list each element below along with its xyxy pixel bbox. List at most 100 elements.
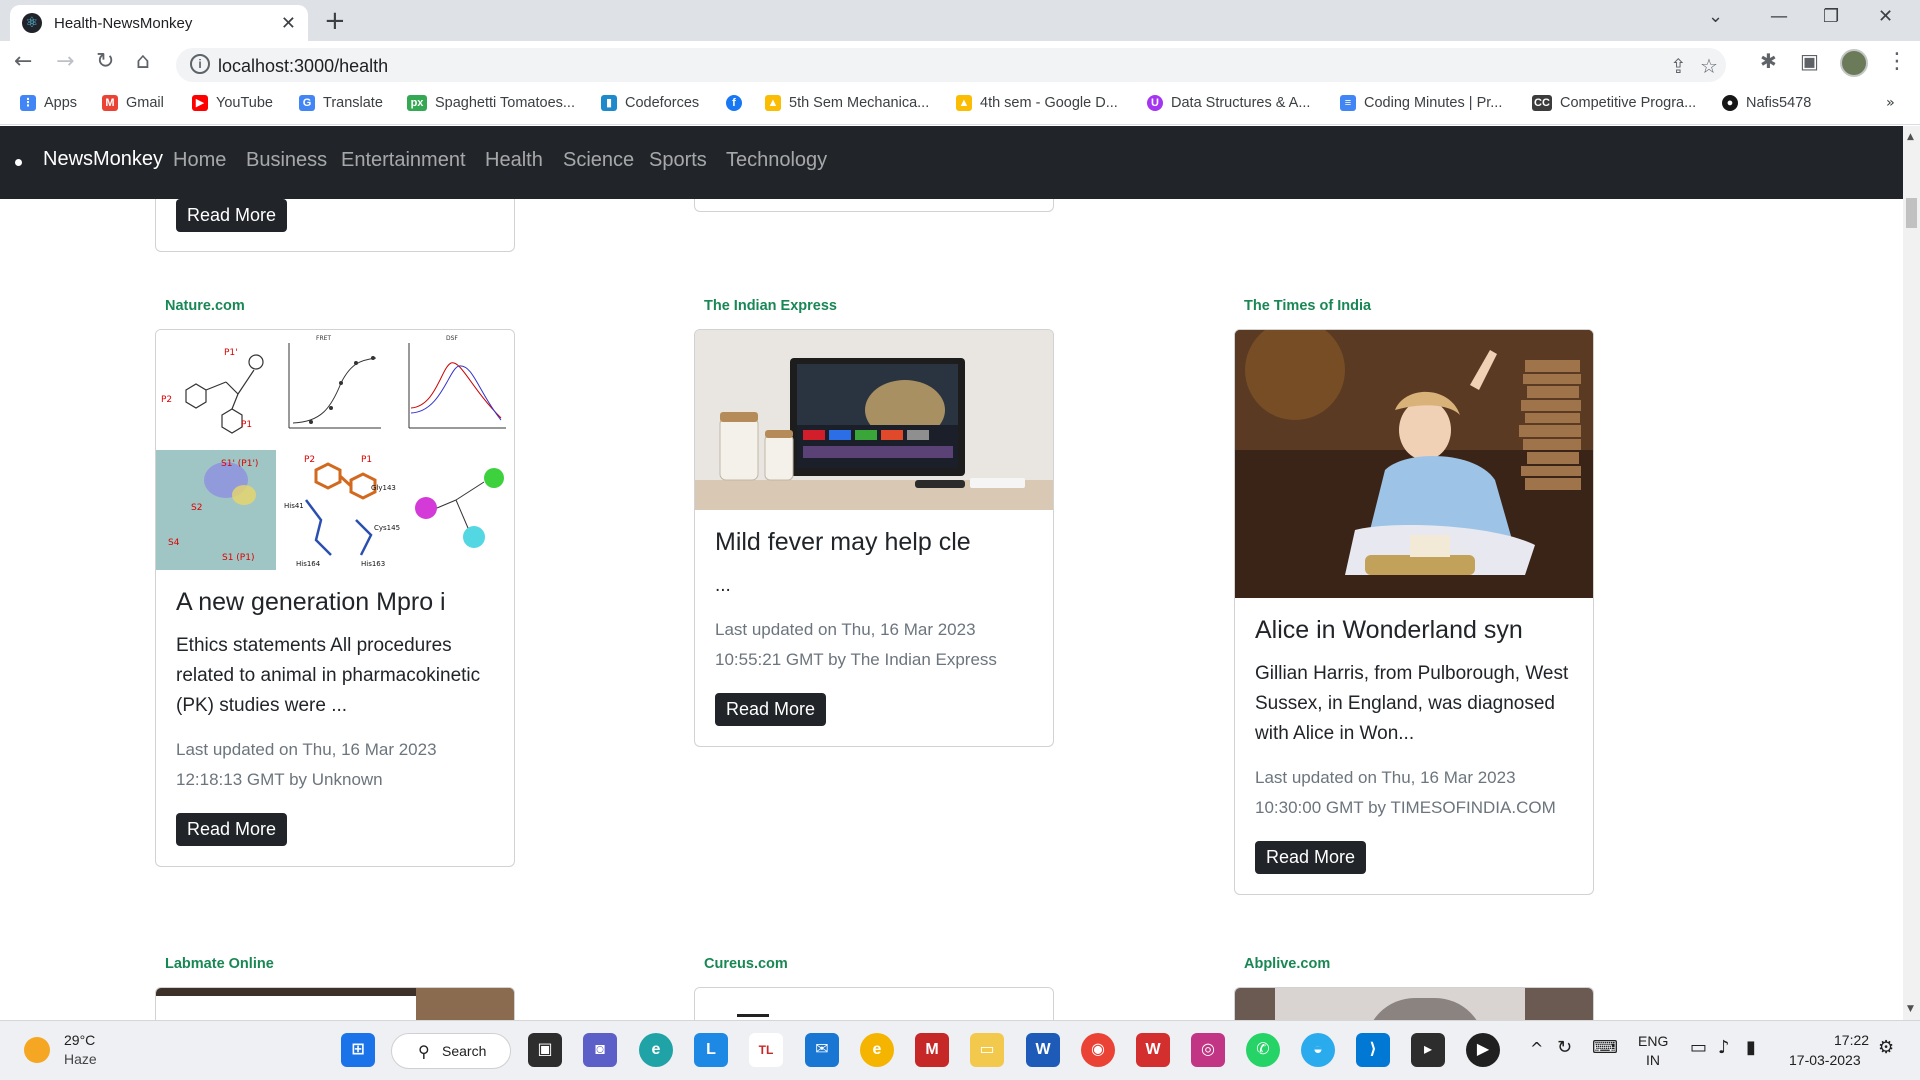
bookmark-translate[interactable]: G Translate bbox=[299, 95, 383, 111]
read-more-button[interactable]: Read More bbox=[1255, 841, 1367, 874]
side-panel-icon[interactable]: ▣ bbox=[1800, 49, 1819, 73]
svg-text:S1' (P1'): S1' (P1') bbox=[221, 459, 258, 469]
bookmark-github[interactable]: ● Nafis5478 bbox=[1722, 95, 1811, 111]
share-icon[interactable]: ⇪ bbox=[1670, 54, 1687, 78]
new-tab-icon[interactable]: + bbox=[324, 6, 346, 36]
svg-text:S1 (P1): S1 (P1) bbox=[222, 553, 254, 563]
card-updated-date: Last updated on Thu, 16 Mar 2023 bbox=[1255, 768, 1516, 787]
mcafee-icon[interactable]: M bbox=[915, 1033, 949, 1067]
molecule-figure-image: P2 P1' P1 FRET DSF S1' (P1') S2 S4 S1 (P… bbox=[156, 330, 506, 570]
read-more-button[interactable]: Read More bbox=[176, 199, 288, 232]
language-line1[interactable]: ENG bbox=[1638, 1033, 1668, 1049]
svg-text:P1': P1' bbox=[224, 348, 238, 358]
mail-icon[interactable]: ✉ bbox=[805, 1033, 839, 1067]
bookmark-star-icon[interactable]: ☆ bbox=[1700, 54, 1718, 78]
bookmark-label: Nafis5478 bbox=[1746, 95, 1812, 111]
extensions-puzzle-icon[interactable]: ✱ bbox=[1760, 49, 1777, 73]
bookmark-data-structures[interactable]: U Data Structures & A... bbox=[1147, 95, 1310, 111]
bookmark-apps[interactable]: ⋮ Apps bbox=[20, 95, 77, 111]
window-close-icon[interactable]: ✕ bbox=[1878, 6, 1893, 27]
nav-home[interactable]: Home bbox=[173, 149, 226, 172]
minimize-icon[interactable]: — bbox=[1770, 6, 1788, 27]
bookmark-5th-sem[interactable]: ▲ 5th Sem Mechanica... bbox=[765, 95, 929, 111]
bookmark-codeforces[interactable]: ▮ Codeforces bbox=[601, 95, 699, 111]
task-view-icon[interactable]: ▣ bbox=[528, 1033, 562, 1067]
sync-icon[interactable]: ↻ bbox=[1557, 1037, 1572, 1058]
media-player-icon[interactable]: ▶ bbox=[1466, 1033, 1500, 1067]
teams-chat-icon[interactable]: ◙ bbox=[583, 1033, 617, 1067]
vscode-icon[interactable]: ⟩ bbox=[1356, 1033, 1390, 1067]
translate-icon: G bbox=[299, 95, 315, 111]
reload-icon[interactable]: ↻ bbox=[96, 49, 114, 74]
language-line2[interactable]: IN bbox=[1646, 1052, 1660, 1068]
docker-icon[interactable]: ◒ bbox=[1301, 1033, 1335, 1067]
wps-office-icon[interactable]: W bbox=[1136, 1033, 1170, 1067]
page-scrollbar[interactable]: ▲ ▼ bbox=[1903, 126, 1920, 1020]
chrome-icon[interactable]: ◉ bbox=[1081, 1033, 1115, 1067]
address-bar[interactable]: i localhost:3000/health ⇪ ☆ bbox=[176, 48, 1726, 82]
brand-link[interactable]: NewsMonkey bbox=[43, 148, 163, 171]
edge-icon[interactable]: e bbox=[639, 1033, 673, 1067]
card-description: Gillian Harris, from Pulborough, West Su… bbox=[1255, 663, 1569, 744]
back-arrow-icon[interactable]: ← bbox=[14, 49, 32, 74]
nav-science[interactable]: Science bbox=[563, 149, 634, 172]
network-icon[interactable]: ▭ bbox=[1690, 1037, 1707, 1058]
card-image[interactable] bbox=[1235, 330, 1593, 598]
word-icon[interactable]: W bbox=[1026, 1033, 1060, 1067]
scroll-down-icon[interactable]: ▼ bbox=[1907, 1004, 1914, 1014]
forward-arrow-icon[interactable]: → bbox=[56, 49, 74, 74]
profile-avatar[interactable] bbox=[1840, 49, 1868, 77]
nav-technology[interactable]: Technology bbox=[726, 149, 827, 172]
tl-hf-app-icon[interactable]: TL bbox=[749, 1033, 783, 1067]
volume-icon[interactable]: ♪ bbox=[1718, 1037, 1730, 1058]
restore-icon[interactable]: ❐ bbox=[1823, 6, 1839, 27]
more-bookmarks-icon[interactable]: » bbox=[1886, 95, 1895, 111]
scroll-thumb[interactable] bbox=[1906, 198, 1917, 228]
card-updated-author: 12:18:13 GMT by Unknown bbox=[176, 770, 383, 789]
notification-bell-icon[interactable]: ⚙ bbox=[1878, 1037, 1894, 1058]
browser-tab[interactable]: ⚛ Health-NewsMonkey ✕ bbox=[10, 5, 308, 41]
bookmark-gmail[interactable]: M Gmail bbox=[102, 95, 164, 111]
read-more-button[interactable]: Read More bbox=[176, 813, 288, 846]
bookmark-coding-minutes[interactable]: ≡ Coding Minutes | Pr... bbox=[1340, 95, 1502, 111]
bookmark-facebook[interactable]: f bbox=[726, 95, 750, 111]
instagram-icon[interactable]: ◎ bbox=[1191, 1033, 1225, 1067]
edge-canary-icon[interactable]: e bbox=[860, 1033, 894, 1067]
card-image[interactable] bbox=[1235, 988, 1593, 1020]
file-explorer-icon[interactable]: ▭ bbox=[970, 1033, 1004, 1067]
site-info-icon[interactable]: i bbox=[190, 54, 210, 74]
card-image[interactable] bbox=[695, 330, 1053, 510]
url-text[interactable]: localhost:3000/health bbox=[218, 56, 388, 77]
read-more-button[interactable]: Read More bbox=[715, 693, 827, 726]
bookmark-4th-sem[interactable]: ▲ 4th sem - Google D... bbox=[956, 95, 1118, 111]
nav-health[interactable]: Health bbox=[485, 149, 543, 172]
nav-sports[interactable]: Sports bbox=[649, 149, 707, 172]
card-image[interactable]: P2 P1' P1 FRET DSF S1' (P1') S2 S4 S1 (P… bbox=[156, 330, 514, 570]
card-image[interactable] bbox=[156, 988, 514, 1020]
clock-date[interactable]: 17-03-2023 bbox=[1789, 1052, 1861, 1068]
weather-widget[interactable]: 29°C Haze bbox=[24, 1031, 134, 1071]
show-hidden-icons-chevron[interactable]: ^ bbox=[1530, 1039, 1543, 1058]
keyboard-icon[interactable]: ⌨ bbox=[1592, 1037, 1618, 1058]
battery-icon[interactable]: ▮ bbox=[1746, 1037, 1756, 1058]
whatsapp-icon[interactable]: ✆ bbox=[1246, 1033, 1280, 1067]
terminal-icon[interactable]: ▸ bbox=[1411, 1033, 1445, 1067]
bookmark-competitive[interactable]: CC Competitive Progra... bbox=[1532, 95, 1696, 111]
card-image[interactable] bbox=[695, 988, 1053, 1020]
nav-business[interactable]: Business bbox=[246, 149, 327, 172]
browser-menu-icon[interactable]: ⋮ bbox=[1886, 49, 1908, 74]
bookmark-label: Gmail bbox=[126, 95, 164, 111]
tab-search-chevron-icon[interactable]: ⌄ bbox=[1708, 6, 1723, 27]
scroll-up-icon[interactable]: ▲ bbox=[1907, 132, 1914, 142]
bookmark-youtube[interactable]: ▶ YouTube bbox=[192, 95, 273, 111]
l-app-icon[interactable]: L bbox=[694, 1033, 728, 1067]
windows-start-icon[interactable]: ⊞ bbox=[341, 1033, 375, 1067]
bookmark-spaghetti[interactable]: px Spaghetti Tomatoes... bbox=[407, 95, 575, 111]
home-icon[interactable]: ⌂ bbox=[136, 49, 150, 74]
svg-text:Cys145: Cys145 bbox=[374, 524, 400, 532]
nav-entertainment[interactable]: Entertainment bbox=[341, 149, 466, 172]
clock-time[interactable]: 17:22 bbox=[1834, 1032, 1869, 1048]
close-tab-icon[interactable]: ✕ bbox=[281, 13, 296, 34]
taskbar-search-box[interactable]: ⚲ Search bbox=[391, 1033, 511, 1069]
card-title: Alice in Wonderland syn bbox=[1255, 616, 1523, 644]
